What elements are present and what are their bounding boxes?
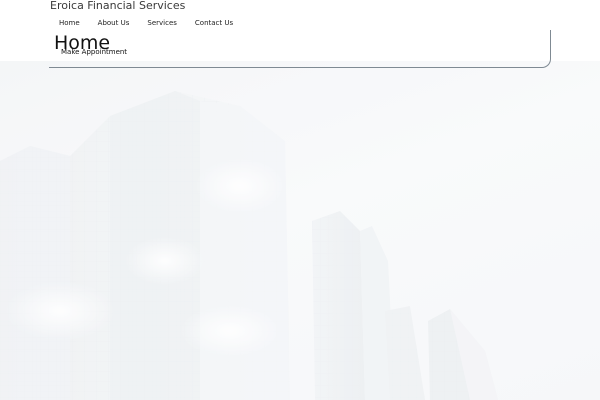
site-header: Eroica Financial Services Home About Us … bbox=[0, 0, 600, 61]
nav-item-services[interactable]: Services bbox=[138, 19, 186, 27]
hero-skyscraper-image bbox=[0, 61, 600, 400]
skyscraper-illustration bbox=[0, 61, 600, 400]
nav-item-about-us[interactable]: About Us bbox=[89, 19, 139, 27]
nav-item-contact-us[interactable]: Contact Us bbox=[186, 19, 242, 27]
nav-item-home[interactable]: Home bbox=[50, 19, 89, 27]
main-nav: Home About Us Services Contact Us bbox=[50, 17, 242, 29]
site-title[interactable]: Eroica Financial Services bbox=[50, 0, 185, 12]
make-appointment-link[interactable]: Make Appointment bbox=[61, 48, 127, 56]
